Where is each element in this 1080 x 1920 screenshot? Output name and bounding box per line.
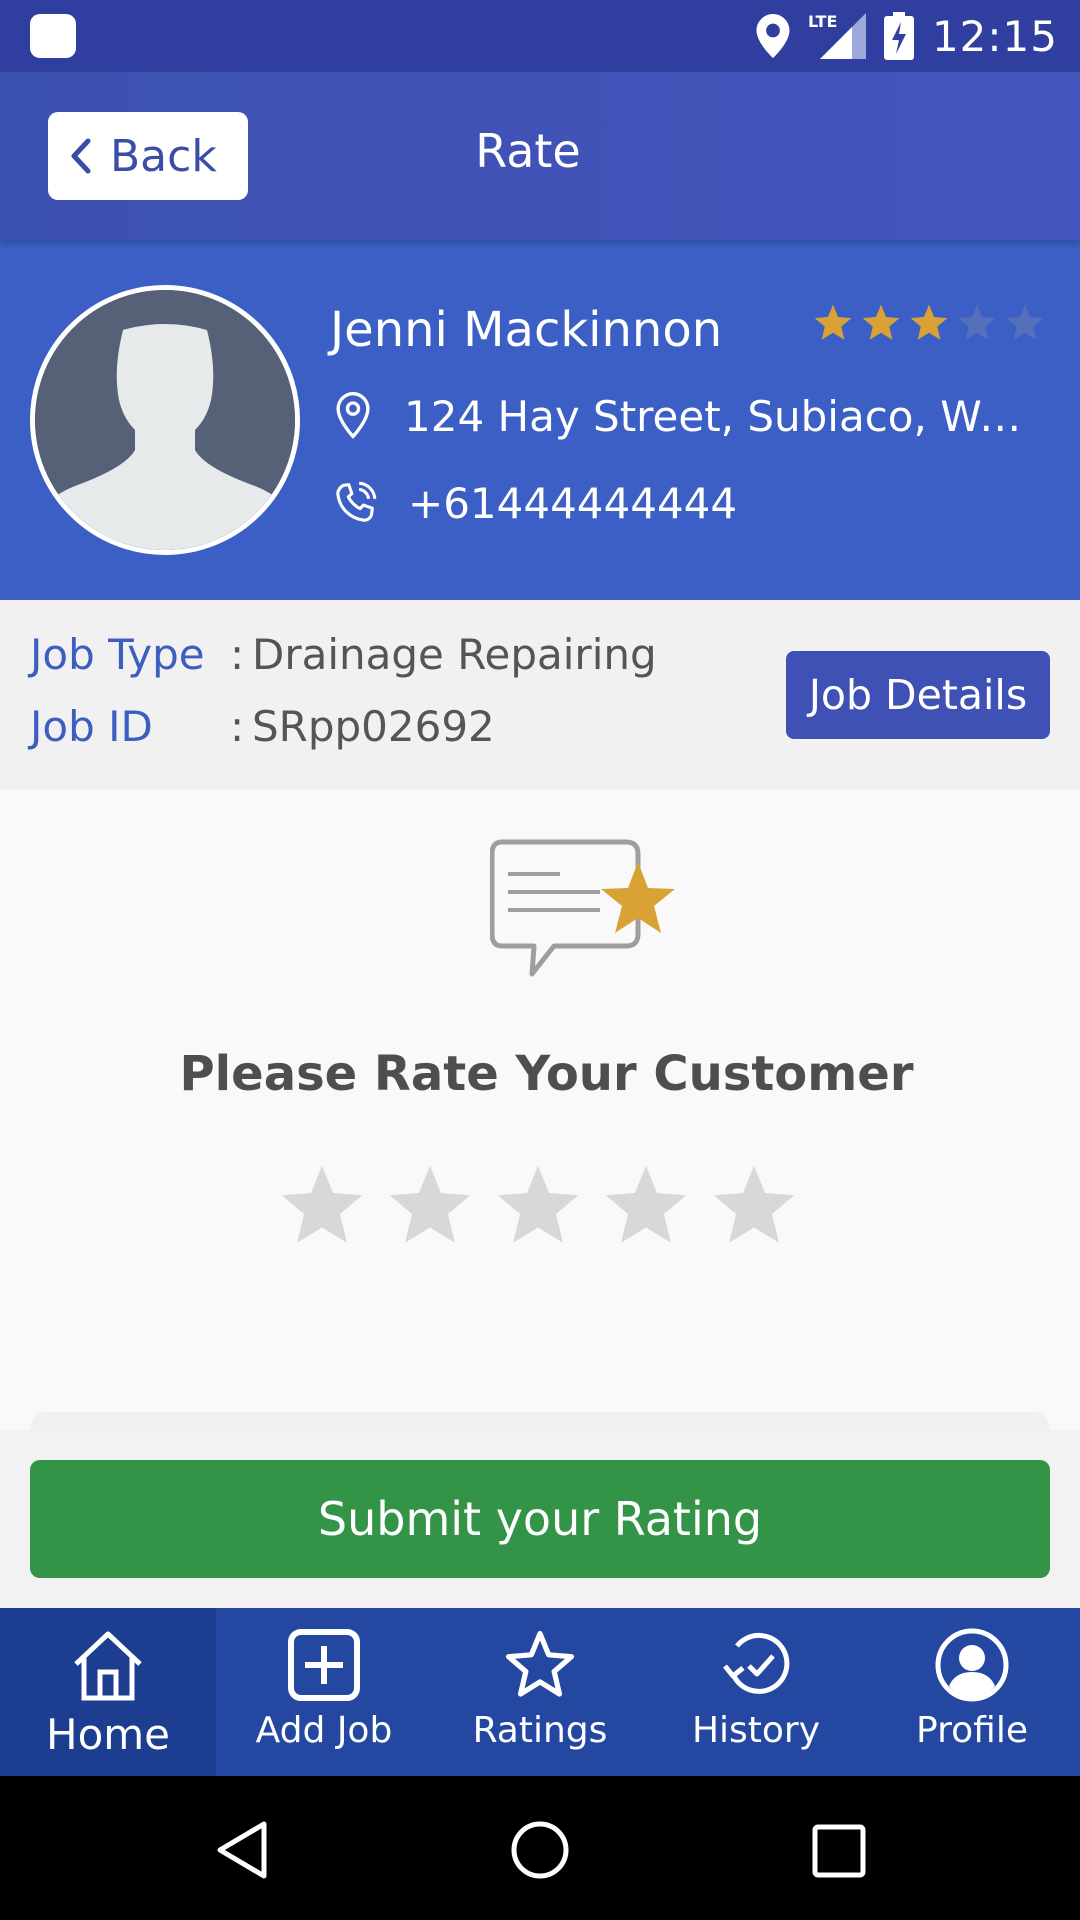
location-pin-icon <box>336 392 370 439</box>
review-star-icon <box>490 839 675 977</box>
customer-phone: +61444444444 <box>408 478 738 528</box>
add-box-icon <box>288 1629 360 1701</box>
nav-profile[interactable]: Profile <box>864 1608 1080 1776</box>
customer-phone-row[interactable]: +61444444444 <box>330 478 737 528</box>
nav-history[interactable]: History <box>648 1608 864 1776</box>
status-bar: LTE 12:15 <box>0 0 1080 72</box>
submit-rating-button[interactable]: Submit your Rating <box>30 1460 1050 1578</box>
nav-add-job-label: Add Job <box>255 1710 393 1751</box>
history-clock-icon <box>723 1632 790 1694</box>
star-filled-icon <box>910 304 948 340</box>
job-id-value: SRpp02692 <box>252 702 495 751</box>
nav-home-label: Home <box>45 1710 171 1759</box>
home-circle-icon[interactable] <box>510 1820 570 1880</box>
top-app-bar: Back Rate <box>0 72 1080 240</box>
rating-input[interactable] <box>276 1160 800 1252</box>
recents-square-icon[interactable] <box>812 1824 866 1878</box>
rating-star-4[interactable] <box>600 1160 692 1252</box>
rate-prompt-title: Please Rate Your Customer <box>179 1046 914 1102</box>
bottom-navigation: Home Add Job Ratings History Profile <box>0 1608 1080 1776</box>
customer-name: Jenni Mackinnon <box>330 302 723 358</box>
nav-profile-label: Profile <box>916 1710 1028 1751</box>
star-empty-icon <box>1006 304 1044 340</box>
job-id-row: Job ID : SRpp02692 <box>30 702 495 751</box>
rating-star-5[interactable] <box>708 1160 800 1252</box>
star-outline-icon <box>505 1630 575 1697</box>
star-empty-icon <box>958 304 996 340</box>
app-notification-icon <box>30 14 76 58</box>
job-type-row: Job Type : Drainage Repairing <box>30 630 657 679</box>
location-icon <box>756 14 790 58</box>
customer-rating <box>812 302 1046 344</box>
person-silhouette-icon <box>35 290 295 550</box>
battery-charging-icon <box>883 12 914 60</box>
job-type-separator: : <box>230 630 245 679</box>
phone-call-icon <box>336 481 377 522</box>
lte-label: LTE <box>808 13 837 31</box>
back-triangle-icon[interactable] <box>212 1820 272 1880</box>
home-icon <box>74 1631 142 1701</box>
star-filled-icon <box>862 304 900 340</box>
job-info-panel: Job Type : Drainage Repairing Job ID : S… <box>0 600 1080 790</box>
job-id-separator: : <box>230 702 245 751</box>
rating-star-2[interactable] <box>384 1160 476 1252</box>
clock: 12:15 <box>931 11 1058 61</box>
job-type-value: Drainage Repairing <box>252 630 657 679</box>
nav-home[interactable]: Home <box>0 1608 216 1776</box>
nav-add-job[interactable]: Add Job <box>216 1608 432 1776</box>
rating-star-3[interactable] <box>492 1160 584 1252</box>
profile-icon <box>935 1628 1009 1702</box>
customer-address: 124 Hay Street, Subiaco, Western Austral… <box>404 391 1044 441</box>
nav-history-label: History <box>691 1710 821 1751</box>
page-title: Rate <box>475 124 581 178</box>
job-type-label: Job Type <box>30 630 205 679</box>
customer-card: Jenni Mackinnon 124 Hay Street, Subiaco,… <box>0 240 1080 600</box>
job-id-label: Job ID <box>30 702 153 751</box>
system-navigation-bar <box>0 1776 1080 1920</box>
lte-signal-icon: LTE <box>808 13 866 59</box>
job-details-button[interactable]: Job Details <box>786 651 1050 739</box>
avatar <box>30 285 300 555</box>
nav-ratings[interactable]: Ratings <box>432 1608 648 1776</box>
rating-star-1[interactable] <box>276 1160 368 1252</box>
star-filled-icon <box>814 304 852 340</box>
status-icons: LTE 12:15 <box>756 8 1058 64</box>
customer-address-row: 124 Hay Street, Subiaco, Western Austral… <box>330 390 1060 442</box>
nav-ratings-label: Ratings <box>472 1710 608 1751</box>
